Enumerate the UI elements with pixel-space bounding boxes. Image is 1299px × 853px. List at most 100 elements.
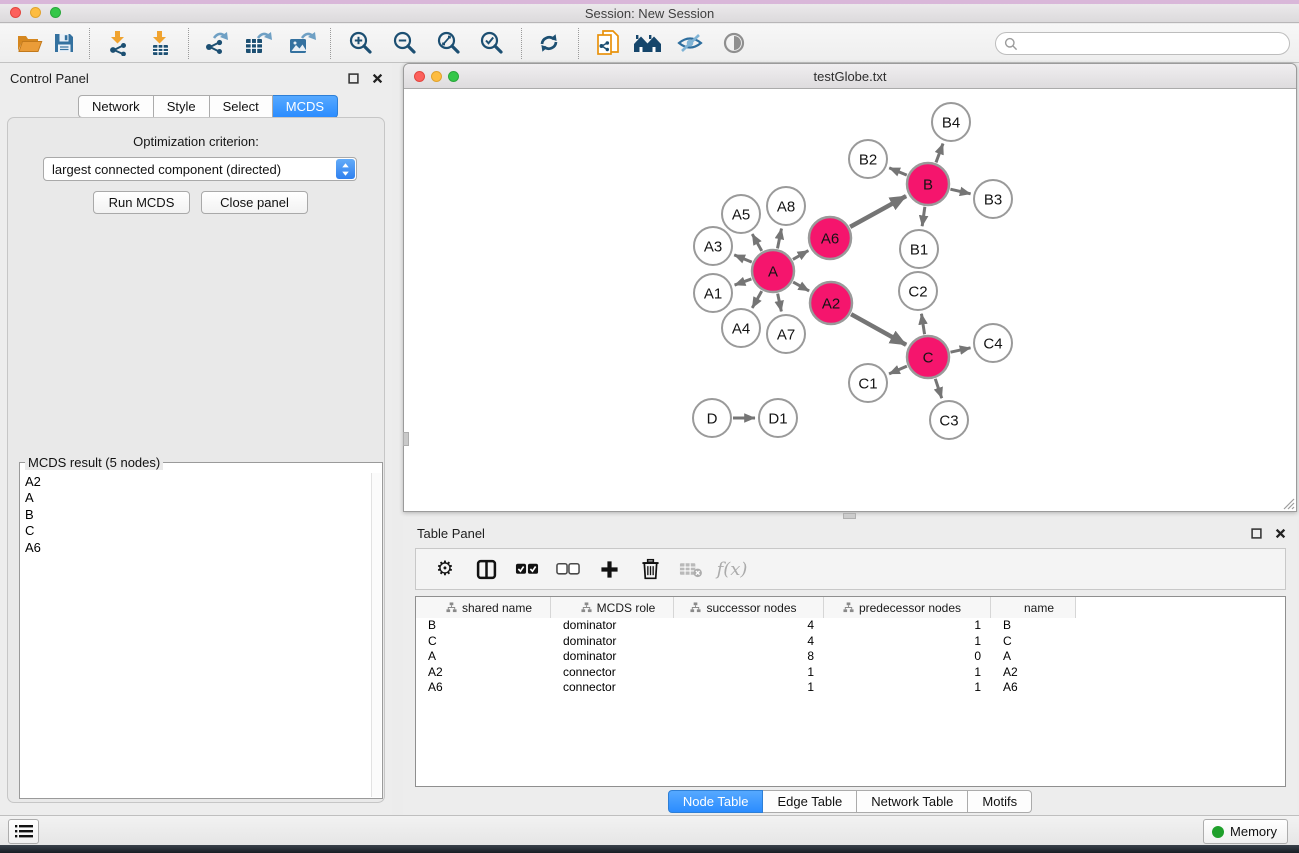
refresh-network-icon[interactable] xyxy=(532,26,566,60)
mcds-result-item-a6[interactable]: A6 xyxy=(22,540,370,556)
float-table-panel-icon[interactable] xyxy=(1249,526,1263,540)
column-header-predecessor-nodes[interactable]: predecessor nodes xyxy=(824,597,991,618)
graph-node-A5[interactable]: A5 xyxy=(722,195,760,233)
import-network-icon[interactable] xyxy=(101,26,135,60)
open-file-icon[interactable] xyxy=(13,26,47,60)
select-all-rows-icon[interactable] xyxy=(515,556,539,582)
column-header-name[interactable]: name xyxy=(991,597,1076,618)
network-graph[interactable]: AA1A2A3A4A5A6A7A8BB1B2B3B4CC1C2C3C4DD1 xyxy=(404,89,1296,511)
control-tab-style[interactable]: Style xyxy=(154,95,210,118)
graph-node-C2[interactable]: C2 xyxy=(899,272,937,310)
run-mcds-button[interactable]: Run MCDS xyxy=(93,191,190,214)
mcds-result-item-b[interactable]: B xyxy=(22,507,370,523)
mcds-result-item-a[interactable]: A xyxy=(22,490,370,506)
table-tab-network-table[interactable]: Network Table xyxy=(857,790,968,813)
search-input[interactable] xyxy=(1023,36,1281,51)
close-table-panel-icon[interactable] xyxy=(1273,526,1287,540)
graph-node-B4[interactable]: B4 xyxy=(932,103,970,141)
function-builder-icon[interactable]: f(x) xyxy=(720,556,744,582)
graph-edge-A-A2[interactable] xyxy=(793,282,809,291)
graph-node-A1[interactable]: A1 xyxy=(694,274,732,312)
memory-button[interactable]: Memory xyxy=(1203,819,1288,844)
graph-edge-A-A5[interactable] xyxy=(752,234,761,251)
table-tab-edge-table[interactable]: Edge Table xyxy=(763,790,857,813)
table-cell[interactable]: 1 xyxy=(824,665,991,681)
zoom-fit-icon[interactable] xyxy=(432,26,466,60)
table-cell[interactable]: 1 xyxy=(674,680,824,696)
network-horizontal-scrollbar[interactable] xyxy=(843,513,856,519)
toggle-graphics-details-icon[interactable] xyxy=(673,26,707,60)
graph-node-D1[interactable]: D1 xyxy=(759,399,797,437)
graph-node-A4[interactable]: A4 xyxy=(722,309,760,347)
table-cell[interactable]: A xyxy=(416,649,551,665)
table-cell[interactable]: A2 xyxy=(416,665,551,681)
table-cell[interactable]: 1 xyxy=(824,634,991,650)
graph-node-A8[interactable]: A8 xyxy=(767,187,805,225)
graph-edge-A2-C[interactable] xyxy=(851,314,906,345)
close-panel-icon[interactable] xyxy=(370,71,384,85)
graph-node-B1[interactable]: B1 xyxy=(900,230,938,268)
graph-node-C4[interactable]: C4 xyxy=(974,324,1012,362)
graph-node-A7[interactable]: A7 xyxy=(767,315,805,353)
table-tab-motifs[interactable]: Motifs xyxy=(968,790,1032,813)
column-header-successor-nodes[interactable]: successor nodes xyxy=(674,597,824,618)
graph-edge-B-B1[interactable] xyxy=(922,207,925,226)
graph-edge-A-A4[interactable] xyxy=(752,291,761,308)
network-resize-handle[interactable] xyxy=(1281,496,1295,510)
close-panel-button[interactable]: Close panel xyxy=(201,191,308,214)
table-cell[interactable]: 4 xyxy=(674,634,824,650)
zoom-in-icon[interactable] xyxy=(344,26,378,60)
graph-edge-C-C1[interactable] xyxy=(889,366,907,374)
graph-edge-A-A1[interactable] xyxy=(735,279,752,285)
graph-node-B2[interactable]: B2 xyxy=(849,140,887,178)
table-row-c[interactable]: Cdominator41C xyxy=(416,634,1285,650)
table-cell[interactable]: A2 xyxy=(991,665,1076,681)
save-session-icon[interactable] xyxy=(47,26,81,60)
graph-node-B[interactable]: B xyxy=(907,163,949,205)
graph-node-D[interactable]: D xyxy=(693,399,731,437)
network-canvas[interactable]: AA1A2A3A4A5A6A7A8BB1B2B3B4CC1C2C3C4DD1 xyxy=(404,89,1296,511)
graph-node-A[interactable]: A xyxy=(752,250,794,292)
graph-edge-B-B2[interactable] xyxy=(889,168,907,175)
table-cell[interactable]: connector xyxy=(551,680,674,696)
column-layout-icon[interactable] xyxy=(474,556,498,582)
graph-node-C3[interactable]: C3 xyxy=(930,401,968,439)
zoom-out-icon[interactable] xyxy=(388,26,422,60)
graph-edge-A6-B[interactable] xyxy=(850,196,906,227)
table-row-a6[interactable]: A6connector11A6 xyxy=(416,680,1285,696)
add-column-icon[interactable] xyxy=(597,556,621,582)
table-tab-node-table[interactable]: Node Table xyxy=(668,790,764,813)
table-cell[interactable]: connector xyxy=(551,665,674,681)
export-table-icon[interactable] xyxy=(241,26,275,60)
table-cell[interactable]: C xyxy=(416,634,551,650)
table-cell[interactable]: A xyxy=(991,649,1076,665)
table-cell[interactable]: A6 xyxy=(416,680,551,696)
zoom-selected-icon[interactable] xyxy=(475,26,509,60)
network-vertical-scrollbar[interactable] xyxy=(403,432,409,446)
column-header-shared-name[interactable]: shared name xyxy=(416,597,551,618)
graph-edge-B-B4[interactable] xyxy=(936,144,943,163)
mcds-result-item-a2[interactable]: A2 xyxy=(22,474,370,490)
graph-edge-C-C3[interactable] xyxy=(935,379,941,398)
delete-table-icon[interactable] xyxy=(679,556,703,582)
table-row-a2[interactable]: A2connector11A2 xyxy=(416,665,1285,681)
table-cell[interactable]: A6 xyxy=(991,680,1076,696)
deselect-all-rows-icon[interactable] xyxy=(556,556,580,582)
control-tab-select[interactable]: Select xyxy=(210,95,273,118)
graph-edge-C-C2[interactable] xyxy=(921,314,924,335)
graph-edge-A-A3[interactable] xyxy=(734,255,752,262)
table-row-b[interactable]: Bdominator41B xyxy=(416,618,1285,634)
graph-node-A3[interactable]: A3 xyxy=(694,227,732,265)
graph-node-C1[interactable]: C1 xyxy=(849,364,887,402)
table-cell[interactable]: 1 xyxy=(824,680,991,696)
table-cell[interactable]: 0 xyxy=(824,649,991,665)
table-row-a[interactable]: Adominator80A xyxy=(416,649,1285,665)
graph-node-C[interactable]: C xyxy=(907,336,949,378)
table-cell[interactable]: 8 xyxy=(674,649,824,665)
table-cell[interactable]: B xyxy=(991,618,1076,634)
table-cell[interactable]: C xyxy=(991,634,1076,650)
table-cell[interactable]: dominator xyxy=(551,618,674,634)
column-header-MCDS-role[interactable]: MCDS role xyxy=(551,597,674,618)
control-tab-mcds[interactable]: MCDS xyxy=(273,95,338,118)
mcds-result-item-c[interactable]: C xyxy=(22,523,370,539)
